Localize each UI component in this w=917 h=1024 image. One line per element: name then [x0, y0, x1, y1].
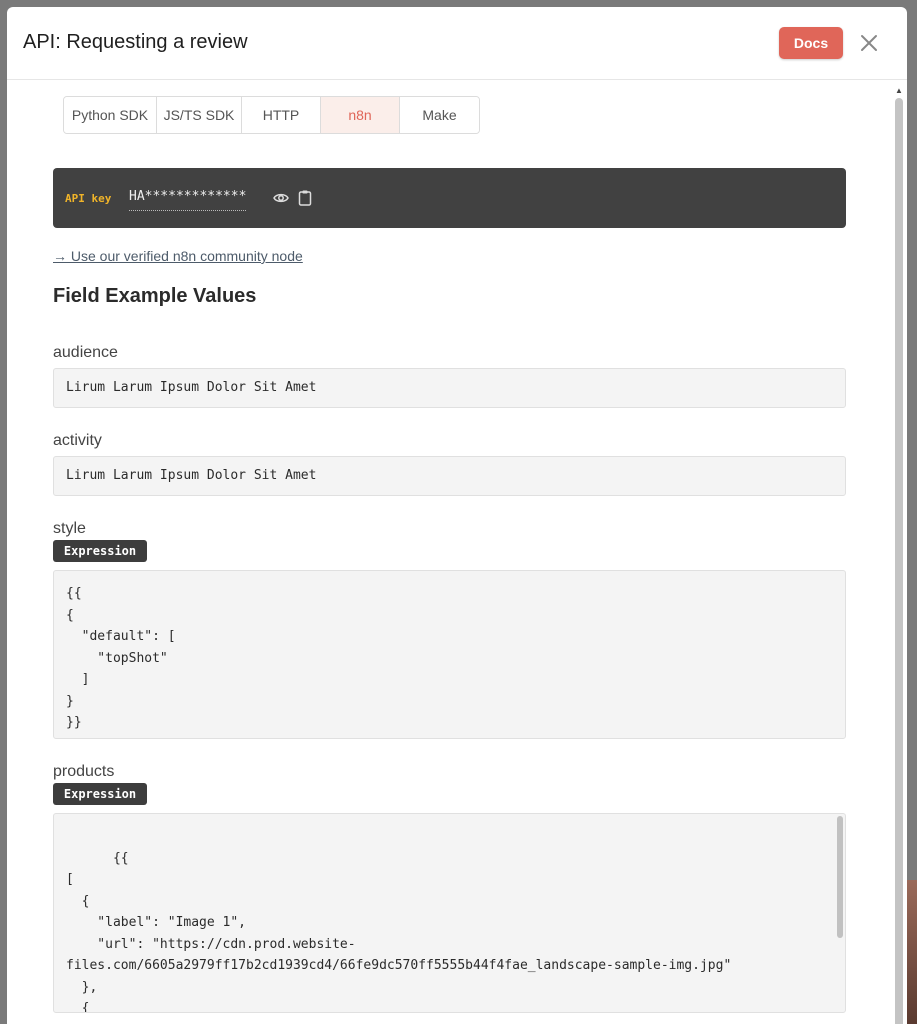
- modal-title: API: Requesting a review: [23, 31, 248, 53]
- close-button[interactable]: [857, 31, 881, 55]
- audience-value-field[interactable]: Lirum Larum Ipsum Dolor Sit Amet: [53, 368, 846, 408]
- copy-key-button[interactable]: [296, 189, 314, 207]
- field-label-products: products: [53, 763, 115, 780]
- modal-scrollbar-thumb[interactable]: [895, 98, 903, 1024]
- tab-make[interactable]: Make: [400, 97, 479, 133]
- eye-icon: [273, 193, 289, 203]
- tab-js-ts-sdk[interactable]: JS/TS SDK: [157, 97, 242, 133]
- sdk-tabs: Python SDK JS/TS SDK HTTP n8n Make: [63, 96, 480, 134]
- activity-value-field[interactable]: Lirum Larum Ipsum Dolor Sit Amet: [53, 456, 846, 496]
- field-label-style: style: [53, 520, 86, 537]
- api-key-bar: API key HA*************: [53, 168, 846, 228]
- field-label-activity: activity: [53, 432, 102, 449]
- show-key-button[interactable]: [272, 189, 290, 207]
- clipboard-icon: [298, 190, 312, 206]
- products-code-field[interactable]: {{ [ { "label": "Image 1", "url": "https…: [53, 813, 846, 1013]
- backdrop-image-edge: [907, 880, 917, 1024]
- docs-button[interactable]: Docs: [779, 27, 843, 59]
- api-key-value[interactable]: HA*************: [129, 187, 247, 211]
- expression-badge: Expression: [53, 783, 147, 805]
- products-code-text: {{ [ { "label": "Image 1", "url": "https…: [66, 850, 732, 1013]
- api-modal: API: Requesting a review Docs Python SDK…: [7, 7, 907, 1024]
- code-scrollbar-thumb[interactable]: [837, 816, 843, 938]
- modal-scrollbar[interactable]: ▲: [893, 87, 905, 1024]
- modal-body: Python SDK JS/TS SDK HTTP n8n Make API k…: [7, 80, 892, 1024]
- tab-python-sdk[interactable]: Python SDK: [64, 97, 157, 133]
- expression-badge: Expression: [53, 540, 147, 562]
- community-node-link[interactable]: → Use our verified n8n community node: [53, 248, 303, 264]
- style-code-field[interactable]: {{ { "default": [ "topShot" ] } }}: [53, 570, 846, 739]
- modal-header: API: Requesting a review Docs: [7, 7, 907, 80]
- field-label-audience: audience: [53, 344, 118, 361]
- scroll-up-arrow-icon[interactable]: ▲: [895, 87, 903, 95]
- close-icon: [861, 35, 877, 51]
- tab-n8n[interactable]: n8n: [321, 97, 400, 133]
- section-title: Field Example Values: [53, 285, 257, 307]
- tab-http[interactable]: HTTP: [242, 97, 321, 133]
- api-key-label: API key: [65, 192, 112, 205]
